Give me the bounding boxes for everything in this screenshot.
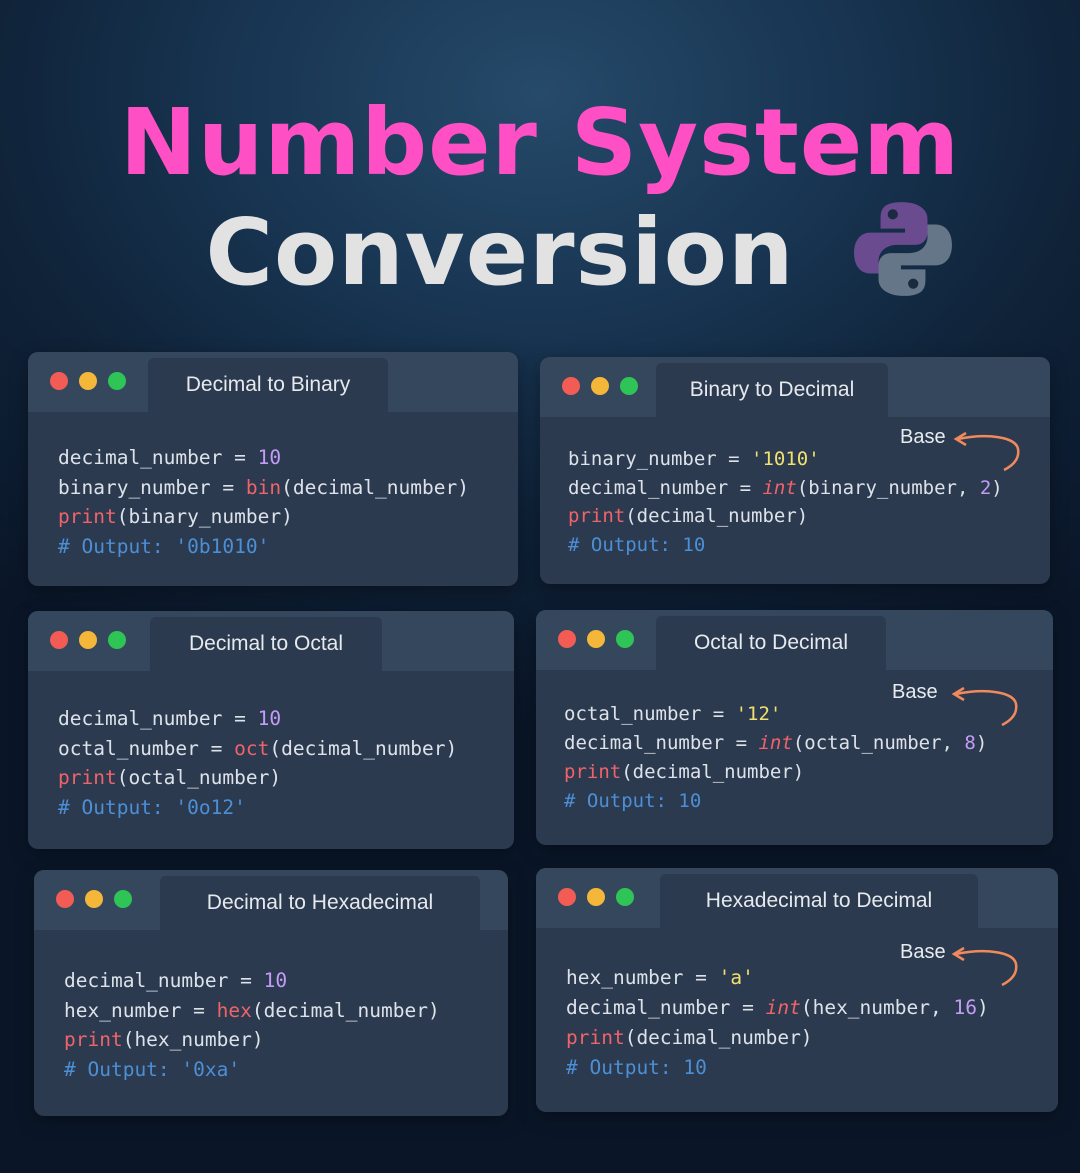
code-block: decimal_number = 10 hex_number = hex(deci…: [64, 966, 440, 1084]
minimize-dot[interactable]: [591, 377, 609, 395]
minimize-dot[interactable]: [79, 631, 97, 649]
code-line: binary_number = bin(decimal_number): [58, 475, 469, 499]
tab-title[interactable]: Octal to Decimal: [656, 616, 886, 670]
maximize-dot[interactable]: [616, 630, 634, 648]
code-line: print(decimal_number): [564, 761, 805, 783]
tab-label: Octal to Decimal: [693, 631, 849, 654]
minimize-dot[interactable]: [587, 630, 605, 648]
tab-title[interactable]: Binary to Decimal: [656, 363, 888, 417]
tab-title[interactable]: Hexadecimal to Decimal: [660, 874, 978, 928]
code-block: binary_number = '1010' decimal_number = i…: [568, 445, 1003, 559]
code-window-binary-to-decimal: Binary to Decimal Base binary_number = '…: [540, 357, 1050, 584]
code-line: print(binary_number): [58, 505, 293, 528]
code-window-decimal-to-octal: Decimal to Octal decimal_number = 10 octa…: [28, 611, 514, 849]
code-line: hex_number = 'a': [566, 966, 754, 989]
code-line: decimal_number = 10: [64, 969, 288, 992]
code-line: print(decimal_number): [566, 1026, 813, 1049]
code-line: print(hex_number): [64, 1028, 264, 1051]
code-window-hexadecimal-to-decimal: Hexadecimal to Decimal Base hex_number =…: [536, 868, 1058, 1112]
code-comment: # Output: '0b1010': [58, 534, 270, 558]
window-controls: [50, 631, 126, 649]
tab-label: Decimal to Binary: [185, 373, 351, 396]
close-dot[interactable]: [558, 888, 576, 906]
code-line: decimal_number = 10: [58, 446, 282, 469]
minimize-dot[interactable]: [85, 890, 103, 908]
python-logo-icon: [854, 202, 952, 296]
tab-label: Binary to Decimal: [689, 378, 855, 401]
window-controls: [56, 890, 132, 908]
code-comment: # Output: '0xa': [64, 1057, 241, 1081]
code-line: decimal_number = int(octal_number, 8): [564, 732, 988, 754]
maximize-dot[interactable]: [620, 377, 638, 395]
code-line: decimal_number = int(hex_number, 16): [566, 996, 989, 1019]
code-line: hex_number = hex(decimal_number): [64, 998, 440, 1022]
title-line-1: Number System: [119, 89, 961, 196]
code-block: octal_number = '12' decimal_number = int(…: [564, 700, 987, 816]
close-dot[interactable]: [50, 631, 68, 649]
tab-title[interactable]: Decimal to Hexadecimal: [160, 876, 480, 930]
maximize-dot[interactable]: [616, 888, 634, 906]
code-window-decimal-to-binary: Decimal to Binary decimal_number = 10 bin…: [28, 352, 518, 586]
code-line: octal_number = '12': [564, 703, 782, 725]
minimize-dot[interactable]: [587, 888, 605, 906]
tab-label: Decimal to Octal: [188, 632, 344, 655]
code-comment: # Output: 10: [564, 790, 702, 812]
window-controls: [50, 372, 126, 390]
code-block: decimal_number = 10 octal_number = oct(de…: [58, 704, 457, 822]
code-line: print(octal_number): [58, 766, 282, 789]
tab-title[interactable]: Decimal to Octal: [150, 617, 382, 671]
window-controls: [558, 888, 634, 906]
code-comment: # Output: 10: [566, 1056, 707, 1079]
code-window-octal-to-decimal: Octal to Decimal Base octal_number = '12…: [536, 610, 1053, 845]
code-comment: # Output: '0o12': [58, 795, 246, 819]
maximize-dot[interactable]: [108, 372, 126, 390]
close-dot[interactable]: [50, 372, 68, 390]
code-line: decimal_number = int(binary_number, 2): [568, 476, 1003, 499]
code-block: decimal_number = 10 binary_number = bin(d…: [58, 443, 469, 561]
tab-label: Hexadecimal to Decimal: [705, 889, 933, 912]
code-block: hex_number = 'a' decimal_number = int(hex…: [566, 963, 989, 1083]
window-controls: [558, 630, 634, 648]
close-dot[interactable]: [56, 890, 74, 908]
close-dot[interactable]: [562, 377, 580, 395]
maximize-dot[interactable]: [108, 631, 126, 649]
code-window-decimal-to-hexadecimal: Decimal to Hexadecimal decimal_number = …: [34, 870, 508, 1116]
code-line: print(decimal_number): [568, 505, 809, 527]
code-line: octal_number = oct(decimal_number): [58, 736, 458, 760]
close-dot[interactable]: [558, 630, 576, 648]
maximize-dot[interactable]: [114, 890, 132, 908]
window-controls: [562, 377, 638, 395]
tab-title[interactable]: Decimal to Binary: [148, 358, 388, 412]
code-comment: # Output: 10: [568, 533, 706, 556]
base-annotation: Base: [900, 941, 946, 963]
code-line: binary_number = '1010': [568, 448, 820, 470]
minimize-dot[interactable]: [79, 372, 97, 390]
tab-label: Decimal to Hexadecimal: [206, 891, 434, 914]
code-line: decimal_number = 10: [58, 707, 282, 730]
